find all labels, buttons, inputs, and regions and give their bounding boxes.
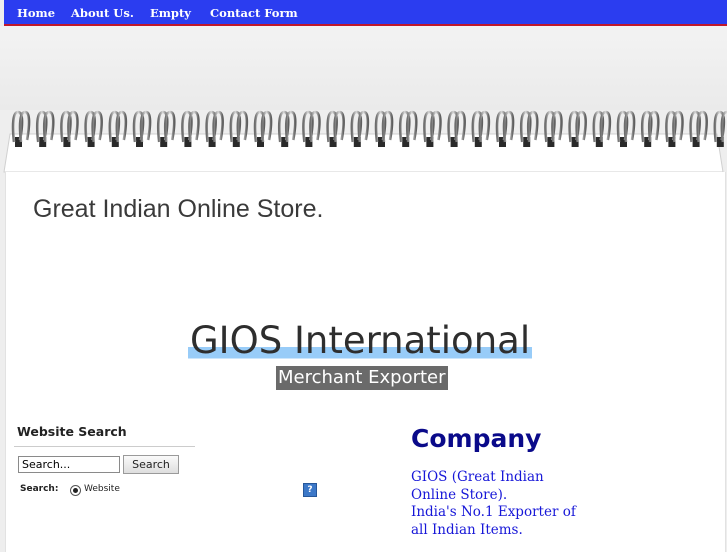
top-navigation-bar: Home About Us. Empty Contact Form (4, 0, 727, 26)
company-line: all Indian Items. (411, 521, 523, 538)
search-scope-label: Search: (20, 484, 59, 494)
company-description: GIOS (Great Indian Online Store). India'… (411, 469, 611, 539)
search-divider (14, 446, 195, 447)
brand-tagline: Merchant Exporter (276, 366, 448, 390)
brand-name: GIOS International (188, 319, 533, 362)
spiral-binding-graphic (3, 110, 727, 173)
search-input[interactable] (18, 456, 120, 473)
website-radio-label[interactable]: Website (84, 484, 120, 494)
company-line: Online Store). (411, 486, 508, 503)
nav-about-link[interactable]: About Us. (71, 6, 134, 20)
header-background (0, 26, 727, 110)
company-line: India's No.1 Exporter of (411, 504, 576, 520)
nav-home-link[interactable]: Home (17, 6, 55, 20)
search-button[interactable]: Search (123, 455, 179, 474)
search-module-title: Website Search (17, 424, 127, 439)
nav-contact-link[interactable]: Contact Form (210, 6, 298, 20)
help-icon[interactable]: ? (303, 483, 317, 497)
notepad-paper (5, 172, 726, 552)
company-heading: Company (411, 424, 542, 453)
brand-name-wrapper: GIOS International (188, 319, 533, 362)
company-line: GIOS (Great Indian (411, 469, 544, 485)
store-title: Great Indian Online Store. (33, 195, 324, 223)
nav-empty-link[interactable]: Empty (150, 6, 191, 20)
website-radio-button[interactable] (70, 485, 81, 496)
